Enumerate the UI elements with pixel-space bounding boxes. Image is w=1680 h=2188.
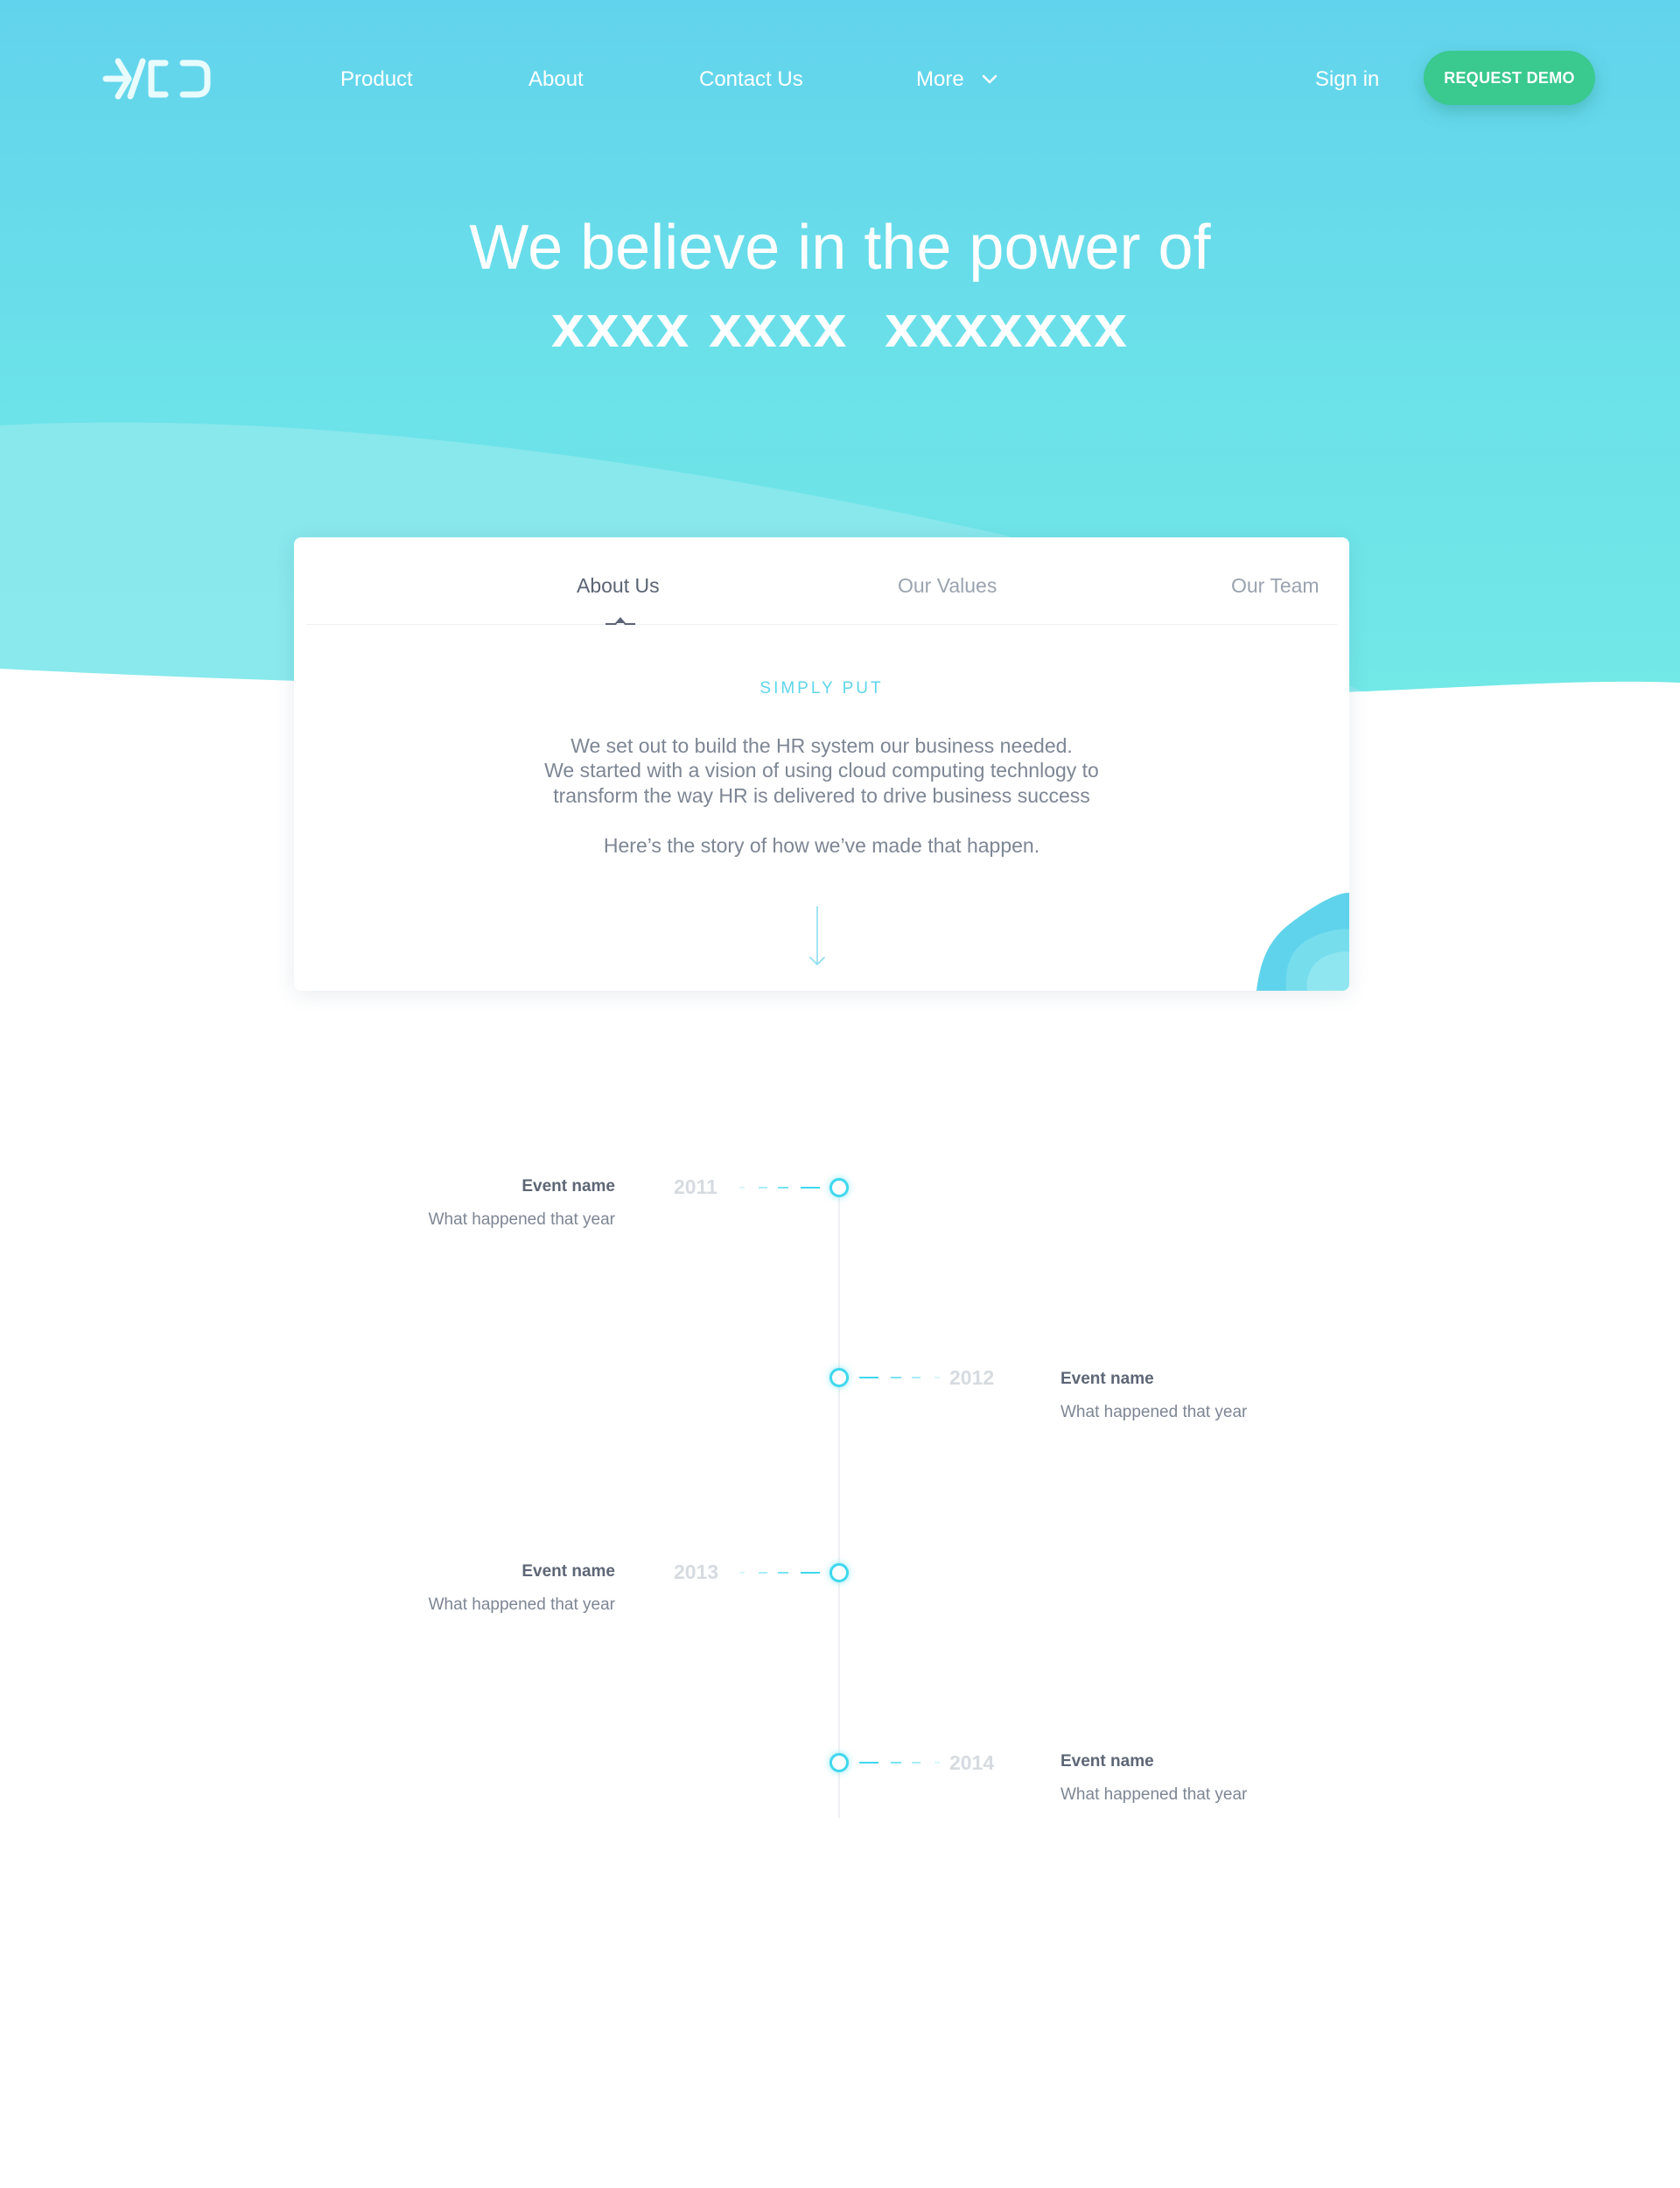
intro-line-3: transform the way HR is delivered to dri… bbox=[553, 784, 1090, 807]
timeline-event-2013: Event name What happened that year bbox=[353, 1560, 615, 1616]
nav-about-link[interactable]: About bbox=[528, 66, 584, 94]
decorative-blob bbox=[1256, 893, 1349, 991]
logo[interactable] bbox=[102, 54, 214, 103]
intro-line-2: We started with a vision of using cloud … bbox=[544, 759, 1099, 782]
event-description: What happened that year bbox=[1060, 1785, 1248, 1804]
intro-line-1: We set out to build the HR system our bu… bbox=[570, 734, 1073, 757]
active-tab-indicator bbox=[606, 617, 635, 625]
event-name: Event name bbox=[522, 1177, 615, 1196]
timeline-event-2014: Event name What happened that year bbox=[1060, 1750, 1340, 1806]
hero-subtitle: xxxx xxxx xxxxxxx bbox=[551, 293, 1129, 360]
timeline-year-2011: 2011 bbox=[674, 1175, 718, 1198]
section-eyebrow: SIMPLY PUT bbox=[760, 679, 884, 698]
timeline-dot[interactable] bbox=[830, 1563, 849, 1582]
timeline-connector bbox=[859, 1762, 940, 1764]
timeline-year-2013: 2013 bbox=[674, 1560, 719, 1583]
tab-about-us[interactable]: About Us bbox=[577, 572, 660, 599]
timeline-connector bbox=[739, 1187, 820, 1189]
sign-in-link[interactable]: Sign in bbox=[1315, 66, 1379, 94]
timeline-event-2012: Event name What happened that year bbox=[1060, 1368, 1340, 1424]
timeline-axis bbox=[838, 1188, 840, 1818]
timeline-year-2012: 2012 bbox=[949, 1366, 995, 1389]
timeline-connector bbox=[859, 1377, 940, 1378]
timeline-dot[interactable] bbox=[830, 1753, 849, 1772]
tab-our-team[interactable]: Our Team bbox=[1231, 572, 1320, 599]
event-name: Event name bbox=[522, 1562, 615, 1581]
nav-contact-link[interactable]: Contact Us bbox=[699, 66, 803, 94]
timeline-dot[interactable] bbox=[830, 1368, 849, 1387]
timeline-year-2014: 2014 bbox=[949, 1751, 995, 1774]
arrow-down-icon[interactable] bbox=[807, 905, 828, 968]
chevron-down-icon[interactable] bbox=[980, 72, 999, 88]
tab-our-values[interactable]: Our Values bbox=[898, 572, 997, 599]
about-card: About Us Our Values Our Team SIMPLY PUT … bbox=[294, 537, 1349, 991]
top-nav: Product About Contact Us More Sign in RE… bbox=[0, 0, 1680, 161]
hero-title: We believe in the power of bbox=[469, 213, 1211, 283]
timeline-connector bbox=[739, 1572, 820, 1574]
timeline-dot[interactable] bbox=[830, 1178, 849, 1197]
nav-more-dropdown[interactable]: More bbox=[916, 66, 964, 94]
event-description: What happened that year bbox=[428, 1210, 615, 1229]
event-name: Event name bbox=[1060, 1370, 1154, 1388]
timeline-event-2011: Event name What happened that year bbox=[353, 1175, 615, 1231]
tab-bar: About Us Our Values Our Team bbox=[306, 537, 1337, 625]
nav-product-link[interactable]: Product bbox=[340, 66, 413, 94]
event-name: Event name bbox=[1060, 1752, 1154, 1771]
request-demo-button[interactable]: REQUEST DEMO bbox=[1424, 51, 1595, 105]
event-description: What happened that year bbox=[428, 1595, 615, 1614]
story-line: Here’s the story of how we’ve made that … bbox=[603, 834, 1040, 857]
event-description: What happened that year bbox=[1060, 1403, 1248, 1421]
